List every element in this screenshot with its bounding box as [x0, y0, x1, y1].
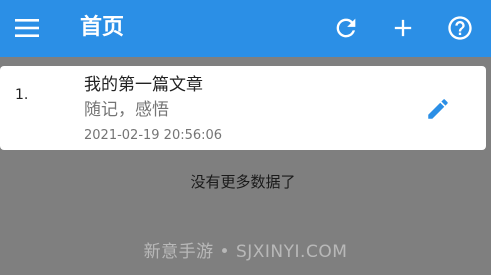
help-circle-icon: [446, 14, 474, 42]
refresh-button[interactable]: [332, 14, 360, 42]
article-date: 2021-02-19 20:56:06: [84, 128, 223, 143]
pencil-icon: [425, 96, 451, 122]
list-end-message: 没有更多数据了: [190, 173, 296, 191]
refresh-icon: [332, 14, 360, 42]
article-index: 1.: [15, 87, 29, 103]
add-button[interactable]: [389, 14, 417, 42]
menu-button[interactable]: [14, 17, 40, 39]
help-button[interactable]: [446, 14, 474, 42]
page-title: 首页: [80, 15, 125, 40]
menu-icon: [14, 17, 40, 39]
article-title: 我的第一篇文章: [84, 75, 203, 95]
plus-icon: [389, 14, 417, 42]
watermark: 新意手游 • SJXINYI.COM: [143, 242, 348, 262]
edit-article-button[interactable]: [425, 96, 451, 122]
article-tags: 随记，感悟: [84, 100, 169, 120]
article-list-item[interactable]: 1. 我的第一篇文章 随记，感悟 2021-02-19 20:56:06: [0, 66, 486, 150]
app-bar: 首页: [0, 0, 491, 57]
